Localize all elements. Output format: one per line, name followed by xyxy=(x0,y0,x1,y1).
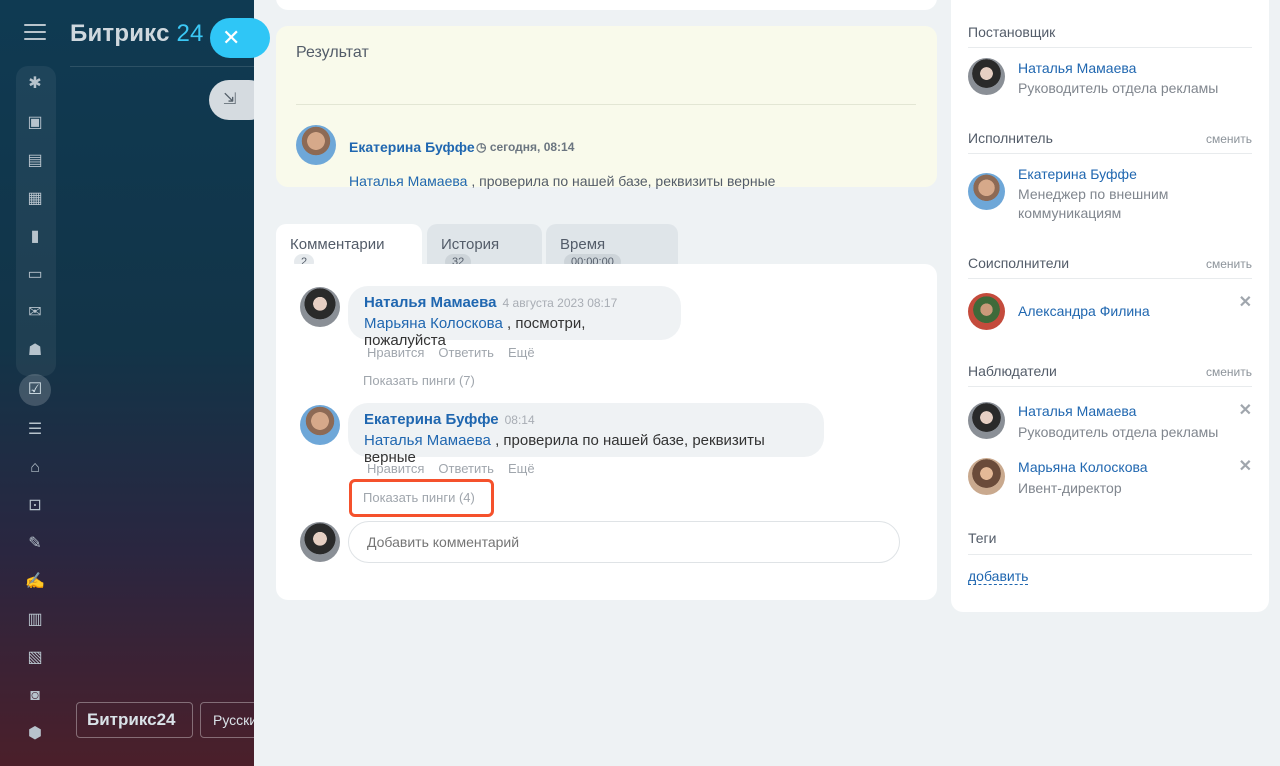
avatar[interactable] xyxy=(300,287,340,327)
show-pings-link[interactable]: Показать пинги (7) xyxy=(363,373,475,388)
comment-bubble: Наталья Мамаева 4 августа 2023 08:17 Марь… xyxy=(348,286,681,349)
tasks-icon[interactable]: ☑ xyxy=(19,374,51,406)
divider xyxy=(968,386,1252,387)
more-link[interactable]: Ещё xyxy=(508,345,535,360)
divider xyxy=(968,278,1252,279)
change-auditors-link[interactable]: сменить xyxy=(1206,365,1252,379)
groups-icon[interactable]: ☗ xyxy=(22,339,48,363)
responsible-role: Менеджер по внешним коммуникациям xyxy=(1018,186,1169,221)
result-time: ◷ сегодня, 08:14 xyxy=(476,140,575,154)
edit-list-icon[interactable]: ✎ xyxy=(22,532,48,556)
avatar[interactable] xyxy=(968,293,1005,330)
add-comment-input[interactable] xyxy=(348,521,900,563)
tags-title: Теги xyxy=(968,530,997,546)
comment-author[interactable]: Наталья Мамаева xyxy=(364,294,497,311)
more-link[interactable]: Ещё xyxy=(508,461,535,476)
auditor-name[interactable]: Марьяна Колоскова xyxy=(1018,459,1148,475)
brand-logo: Битрикс 24 xyxy=(70,20,204,47)
chat-icon[interactable]: ▤ xyxy=(22,149,48,173)
divider xyxy=(968,554,1252,555)
auditor-role: Руководитель отдела рекламы xyxy=(1018,424,1219,440)
bottom-brand[interactable]: Битрикс24 xyxy=(76,702,193,738)
divider xyxy=(296,104,916,105)
mention-link[interactable]: Марьяна Колоскова xyxy=(364,315,503,332)
comment-bubble: Екатерина Буффе 08:14 Наталья Мамаева , п… xyxy=(348,403,824,466)
avatar[interactable] xyxy=(968,173,1005,210)
comment-author[interactable]: Екатерина Буффе xyxy=(364,411,499,428)
close-slider-button[interactable]: ✕ xyxy=(210,18,270,58)
auditor-name[interactable]: Наталья Мамаева xyxy=(1018,403,1136,419)
task-side-panel: Постановщик Наталья Мамаева Руководитель… xyxy=(951,0,1269,612)
tab-comments[interactable]: Комментарии2 xyxy=(276,224,422,271)
bank-icon[interactable]: ⌂ xyxy=(22,456,48,480)
divider xyxy=(70,66,254,67)
responsible-title: Исполнитель xyxy=(968,130,1053,146)
avatar[interactable] xyxy=(300,405,340,445)
change-accomplices-link[interactable]: сменить xyxy=(1206,257,1252,271)
comment-date: 08:14 xyxy=(504,413,535,427)
auditor-role: Ивент-директор xyxy=(1018,480,1122,496)
like-link[interactable]: Нравится xyxy=(367,345,424,360)
reply-link[interactable]: Ответить xyxy=(438,345,494,360)
reply-link[interactable]: Ответить xyxy=(438,461,494,476)
mail-icon[interactable]: ✉ xyxy=(22,301,48,325)
cart-icon[interactable]: ⊡ xyxy=(22,494,48,518)
creator-role: Руководитель отдела рекламы xyxy=(1018,80,1219,96)
result-block: Результат Екатерина Буффе ◷ сегодня, 08:… xyxy=(276,26,937,189)
remove-icon[interactable]: ✕ xyxy=(1239,292,1252,312)
sign-icon[interactable]: ✍ xyxy=(22,570,48,594)
feed-icon[interactable]: ✱ xyxy=(22,72,48,96)
like-link[interactable]: Нравится xyxy=(367,461,424,476)
avatar xyxy=(300,522,340,562)
robot-icon[interactable]: ◙ xyxy=(22,684,48,708)
comment-date: 4 августа 2023 08:17 xyxy=(502,296,618,310)
mention-link[interactable]: Наталья Мамаева xyxy=(364,432,491,449)
accomplice-name[interactable]: Александра Филина xyxy=(1018,303,1150,319)
comment-actions: Нравится Ответить Ещё xyxy=(367,461,549,476)
mention-link[interactable]: Наталья Мамаева xyxy=(349,173,467,189)
highlight-frame xyxy=(349,479,494,517)
chart-icon[interactable]: ▥ xyxy=(22,608,48,632)
remove-icon[interactable]: ✕ xyxy=(1239,400,1252,420)
auditors-title: Наблюдатели xyxy=(968,363,1057,379)
tab-history[interactable]: История32 xyxy=(427,224,542,271)
remove-icon[interactable]: ✕ xyxy=(1239,456,1252,476)
divider xyxy=(968,47,1252,48)
add-tag-link[interactable]: добавить xyxy=(968,568,1029,585)
comment-actions: Нравится Ответить Ещё xyxy=(367,345,549,360)
news-icon[interactable]: ▣ xyxy=(22,111,48,135)
document-icon[interactable]: ▮ xyxy=(22,225,48,249)
divider xyxy=(968,153,1252,154)
accomplices-title: Соисполнители xyxy=(968,255,1070,271)
contacts-icon[interactable]: ▧ xyxy=(22,646,48,670)
task-slider-panel: Результат Екатерина Буффе ◷ сегодня, 08:… xyxy=(254,0,1280,766)
creator-name[interactable]: Наталья Мамаева xyxy=(1018,60,1136,76)
responsible-name[interactable]: Екатерина Буффе xyxy=(1018,166,1137,182)
box-icon[interactable]: ⬢ xyxy=(22,722,48,746)
menu-icon[interactable] xyxy=(24,24,46,44)
calendar-icon[interactable]: ▦ xyxy=(22,187,48,211)
avatar[interactable] xyxy=(968,58,1005,95)
language-button[interactable]: Русский xyxy=(200,702,265,738)
result-text: Наталья Мамаева , проверила по нашей баз… xyxy=(349,173,776,189)
filter-icon[interactable]: ☰ xyxy=(22,418,48,442)
comment-text: Марьяна Колоскова , посмотри, пожалуйста xyxy=(364,315,586,349)
comments-list: Наталья Мамаева 4 августа 2023 08:17 Марь… xyxy=(276,264,937,600)
drive-icon[interactable]: ▭ xyxy=(22,263,48,287)
avatar[interactable] xyxy=(296,125,336,165)
avatar[interactable] xyxy=(968,458,1005,495)
tab-time[interactable]: Время00:00:00 xyxy=(546,224,678,271)
change-responsible-link[interactable]: сменить xyxy=(1206,132,1252,146)
task-card-bottom xyxy=(276,0,937,10)
avatar[interactable] xyxy=(968,402,1005,439)
creator-title: Постановщик xyxy=(968,24,1056,40)
result-author[interactable]: Екатерина Буффе xyxy=(349,139,475,155)
result-title: Результат xyxy=(296,44,369,61)
